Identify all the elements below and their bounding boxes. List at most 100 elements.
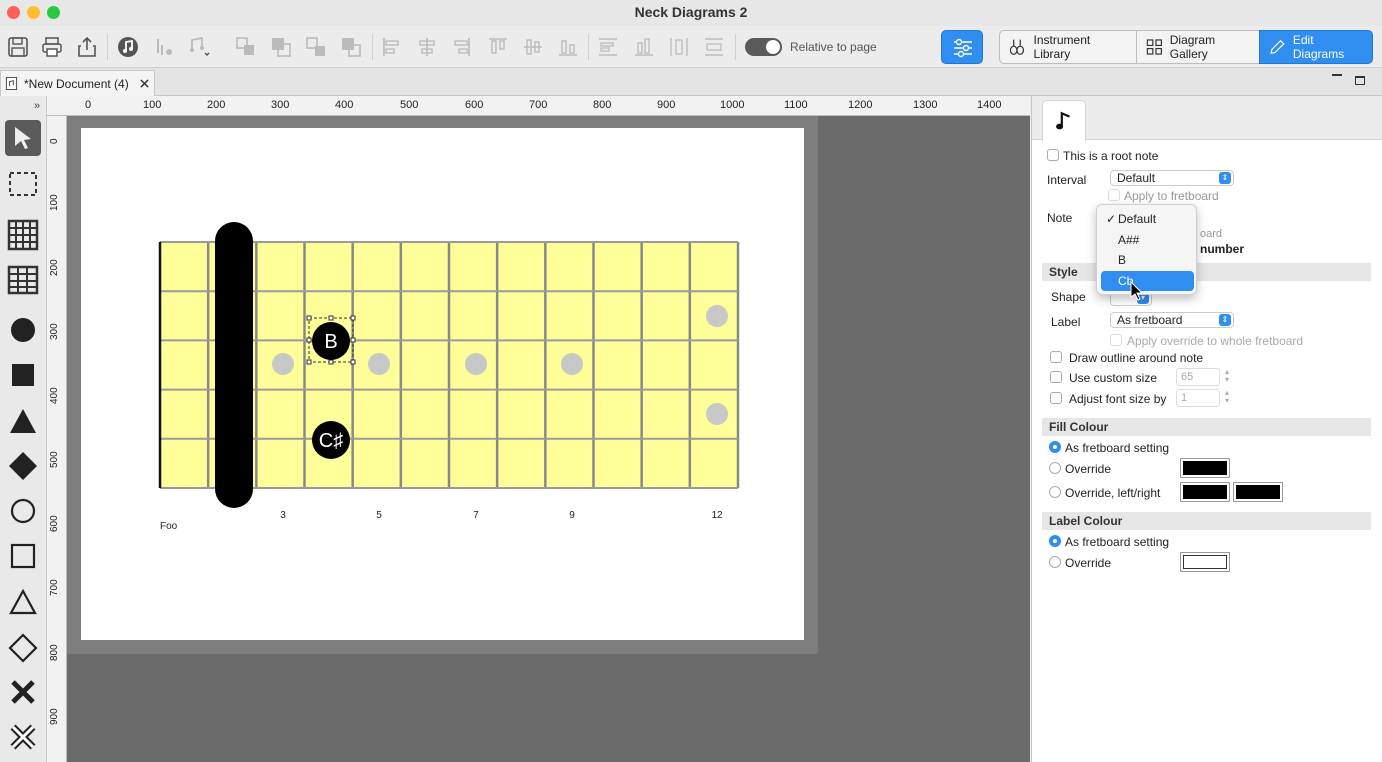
note-hidden-text: number: [1200, 242, 1245, 256]
label-override-label: Override: [1065, 556, 1112, 570]
fill-override-label: Override: [1065, 462, 1112, 476]
select-tool-icon[interactable]: [5, 120, 41, 156]
root-note-label: This is a root note: [1063, 149, 1159, 163]
apply-override-checkbox[interactable]: [1110, 334, 1122, 346]
filled-circle-tool-icon[interactable]: [5, 312, 41, 348]
fill-as-fretboard-radio[interactable]: [1049, 441, 1061, 453]
label-label: Label: [1051, 315, 1081, 329]
note-menu-item-a-double-sharp[interactable]: A##: [1101, 230, 1194, 250]
custom-size-stepper[interactable]: ▴ ▾: [1222, 368, 1232, 386]
label-override-swatch[interactable]: [1180, 552, 1230, 572]
outline-square-tool-icon[interactable]: [5, 538, 41, 574]
music-note-icon[interactable]: [1042, 100, 1086, 141]
adjust-font-field[interactable]: 1: [1176, 389, 1220, 407]
apply-to-fretboard-label: Apply to fretboard: [1124, 189, 1219, 203]
edit-diagrams-button[interactable]: Edit Diagrams: [1259, 30, 1373, 64]
interval-label: Interval: [1047, 173, 1087, 187]
fill-override-radio[interactable]: [1049, 462, 1061, 474]
fill-as-fretboard-label: As fretboard setting: [1065, 441, 1170, 455]
fret-number: 3: [280, 510, 286, 521]
diagram-gallery-button[interactable]: Diagram Gallery: [1136, 30, 1260, 64]
filled-diamond-tool-icon[interactable]: [5, 448, 41, 484]
fill-right-swatch[interactable]: [1233, 482, 1283, 502]
apply-override-label: Apply override to whole fretboard: [1127, 334, 1304, 348]
instrument-library-button[interactable]: Instrument Library: [999, 30, 1137, 64]
ruler-label: 0: [49, 138, 60, 144]
filled-triangle-tool-icon[interactable]: [5, 403, 41, 439]
canvas-area[interactable]: B C♯ 3 5 7 9 12 Foo: [67, 116, 1030, 762]
fill-left-swatch[interactable]: [1180, 482, 1230, 502]
apply-to-fretboard-checkbox[interactable]: [1108, 189, 1120, 201]
expand-chevron-icon[interactable]: »: [34, 100, 40, 112]
cross-tool-icon[interactable]: [5, 674, 41, 710]
label-as-fretboard-radio[interactable]: [1049, 535, 1061, 547]
relative-to-page-toggle[interactable]: [745, 38, 782, 56]
interval-popup[interactable]: Default ⇕: [1110, 170, 1234, 186]
fill-override-swatch[interactable]: [1180, 458, 1230, 478]
save-icon[interactable]: [4, 33, 32, 61]
ruler-label: 1300: [913, 99, 938, 111]
custom-size-checkbox[interactable]: [1050, 371, 1062, 383]
minimize-pane-icon[interactable]: [1332, 74, 1342, 76]
label-override-radio[interactable]: [1049, 556, 1061, 568]
pencil-icon: [1270, 39, 1285, 55]
distribute-vertical-icon: [630, 33, 658, 61]
edit-diagrams-label: Edit Diagrams: [1292, 33, 1345, 61]
ruler-label: 800: [593, 99, 612, 111]
insert-chord-icon: [185, 33, 213, 61]
document-page[interactable]: B C♯ 3 5 7 9 12 Foo: [81, 128, 804, 640]
adjust-font-stepper[interactable]: ▴ ▾: [1222, 389, 1232, 407]
ruler-label: 200: [207, 99, 226, 111]
chevron-updown-icon: ⇕: [1219, 314, 1231, 326]
ruler-label: 300: [49, 323, 60, 340]
document-tab[interactable]: *New Document (4): [0, 70, 155, 96]
guitars-icon: [1009, 39, 1025, 55]
table-tool-icon[interactable]: [5, 262, 41, 298]
outline-triangle-tool-icon[interactable]: [5, 584, 41, 620]
outline-diamond-tool-icon[interactable]: [5, 630, 41, 666]
custom-size-field[interactable]: 65: [1176, 368, 1220, 386]
close-tab-icon[interactable]: [139, 78, 150, 89]
print-icon[interactable]: [38, 33, 66, 61]
inspector-panel: This is a root note Interval Default ⇕ Ap…: [1031, 96, 1382, 762]
note-label: Note: [1047, 211, 1073, 225]
outline-cross-tool-icon[interactable]: [5, 719, 41, 755]
root-note-checkbox[interactable]: [1047, 149, 1059, 161]
fretboard-grid-tool-icon[interactable]: [5, 217, 41, 253]
outline-circle-tool-icon[interactable]: [5, 493, 41, 529]
diagram-gallery-label: Diagram Gallery: [1169, 33, 1216, 61]
fret-marker: [706, 403, 728, 425]
note-label-c-sharp: C♯: [319, 430, 343, 452]
ruler-label: 600: [465, 99, 484, 111]
draw-outline-checkbox[interactable]: [1050, 351, 1062, 363]
same-width-icon: [665, 33, 693, 61]
share-icon[interactable]: [73, 33, 101, 61]
maximize-pane-icon[interactable]: [1355, 76, 1365, 85]
horizontal-ruler: 0 100 200 300 400 500 600 700 800 900 10…: [47, 96, 1030, 116]
note-menu-item-b[interactable]: B: [1101, 250, 1194, 270]
ruler-label: 1200: [848, 99, 873, 111]
music-app-icon[interactable]: [114, 33, 142, 61]
barre-shape[interactable]: [215, 222, 253, 508]
fret-number: 5: [376, 510, 382, 521]
ruler-label: 400: [49, 387, 60, 404]
instrument-library-label: Instrument Library: [1033, 33, 1091, 61]
note-menu-item-default[interactable]: ✓ Default: [1101, 209, 1194, 229]
draw-outline-label: Draw outline around note: [1069, 351, 1204, 365]
send-backward-icon: [337, 33, 365, 61]
filled-square-tool-icon[interactable]: [5, 357, 41, 393]
ruler-label: 500: [49, 451, 60, 468]
adjust-font-checkbox[interactable]: [1050, 392, 1062, 404]
align-bottom-icon: [554, 33, 582, 61]
fret-number: 9: [569, 510, 575, 521]
fill-override-lr-radio[interactable]: [1049, 486, 1061, 498]
interval-value: Default: [1117, 171, 1156, 185]
fretboard-diagram[interactable]: B C♯ 3 5 7 9 12 Foo: [81, 128, 804, 640]
inspector-toggle-button[interactable]: [941, 30, 983, 64]
note-menu-item-c-flat[interactable]: Cb: [1101, 271, 1194, 291]
tool-palette: »: [0, 96, 47, 762]
label-popup[interactable]: As fretboard ⇕: [1110, 312, 1234, 328]
fill-override-lr-label: Override, left/right: [1065, 486, 1161, 500]
marquee-tool-icon[interactable]: [5, 166, 41, 202]
style-section-header: Style: [1042, 263, 1371, 281]
